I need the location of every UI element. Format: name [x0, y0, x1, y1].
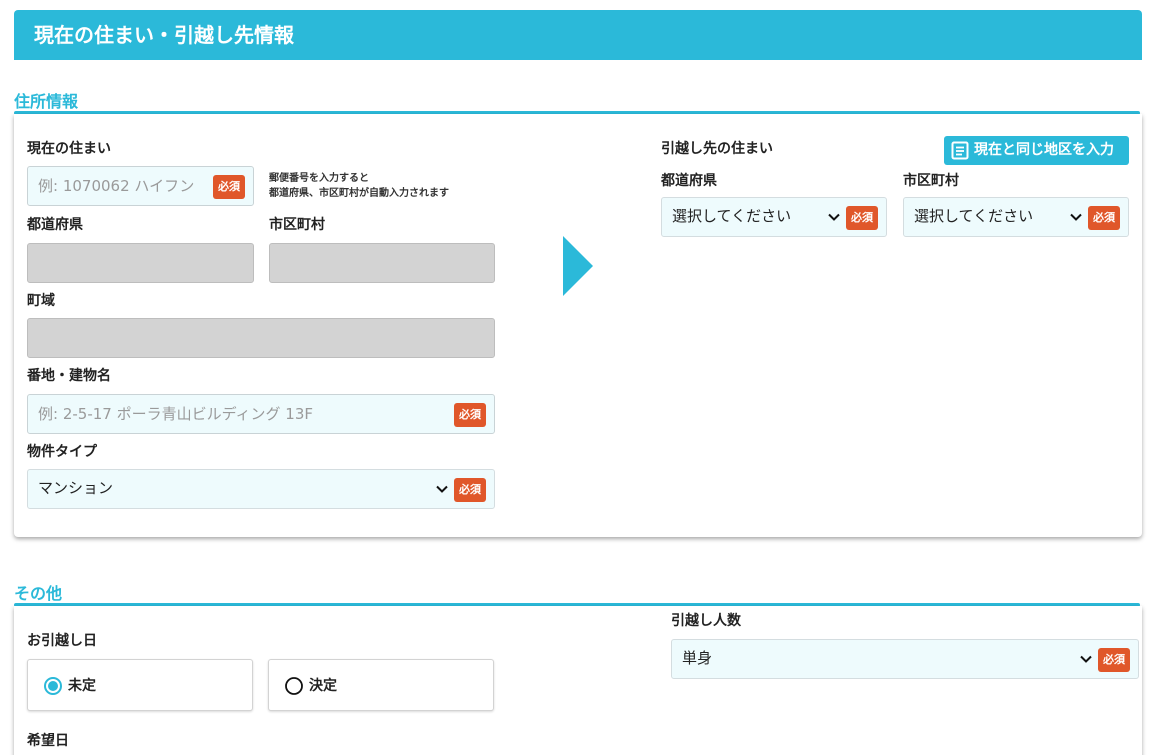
city-label: 市区町村: [269, 217, 325, 233]
destination-prefecture-label: 都道府県: [661, 173, 717, 189]
street-label: 番地・建物名: [27, 368, 111, 384]
property-type-value: マンション: [38, 479, 114, 497]
destination-city-label: 市区町村: [903, 173, 959, 189]
current-residence-heading: 現在の住まい: [27, 141, 111, 157]
required-badge: 必須: [454, 478, 486, 502]
required-badge: 必須: [846, 206, 878, 230]
document-icon: [951, 141, 969, 160]
street-input[interactable]: 例: 2-5-17 ポーラ青山ビルディング 13F 必須: [27, 394, 495, 434]
required-badge: 必須: [454, 403, 486, 427]
people-count-label: 引越し人数: [671, 613, 741, 629]
section-title-address: 住所情報: [14, 92, 79, 111]
required-badge: 必須: [213, 175, 245, 199]
property-type-label: 物件タイプ: [27, 444, 97, 460]
desired-date-label: 希望日: [27, 733, 69, 749]
chevron-down-icon: [1080, 655, 1092, 663]
street-placeholder: 例: 2-5-17 ポーラ青山ビルディング 13F: [38, 405, 314, 423]
people-count-value: 単身: [682, 649, 713, 667]
required-badge: 必須: [1088, 206, 1120, 230]
destination-prefecture-select[interactable]: 選択してください 必須: [661, 197, 887, 237]
radio-undecided[interactable]: 未定: [27, 659, 253, 711]
radio-unselected-icon: [285, 677, 303, 695]
postal-hint-line1: 郵便番号を入力すると: [269, 173, 369, 184]
destination-prefecture-value: 選択してください: [672, 207, 792, 225]
town-label: 町域: [27, 293, 55, 309]
same-area-button-label: 現在と同じ地区を入力: [974, 142, 1114, 158]
postal-hint-line2: 都道府県、市区町村が自動入力されます: [269, 188, 449, 199]
same-area-button[interactable]: 現在と同じ地区を入力: [944, 136, 1129, 165]
radio-decided-label: 決定: [309, 678, 337, 694]
destination-heading: 引越し先の住まい: [661, 141, 773, 157]
radio-undecided-label: 未定: [68, 678, 96, 694]
chevron-down-icon: [1070, 213, 1082, 221]
property-type-select[interactable]: マンション 必須: [27, 469, 495, 509]
page-header: 現在の住まい・引越し先情報: [14, 10, 1142, 60]
page-title: 現在の住まい・引越し先情報: [34, 23, 294, 47]
move-date-label: お引越し日: [27, 633, 97, 649]
arrow-right-icon: [563, 236, 593, 296]
radio-selected-icon: [44, 677, 62, 695]
destination-city-value: 選択してください: [914, 207, 1034, 225]
people-count-select[interactable]: 単身 必須: [671, 639, 1139, 679]
postal-code-placeholder: 例: 1070062 ハイフン: [38, 177, 195, 195]
city-field: [269, 243, 495, 283]
postal-hint: 郵便番号を入力すると 都道府県、市区町村が自動入力されます: [269, 171, 449, 201]
prefecture-field: [27, 243, 254, 283]
section-title-other: その他: [14, 584, 63, 603]
town-field: [27, 318, 495, 358]
postal-code-input[interactable]: 例: 1070062 ハイフン 必須: [27, 166, 254, 206]
destination-city-select[interactable]: 選択してください 必須: [903, 197, 1129, 237]
chevron-down-icon: [436, 485, 448, 493]
required-badge: 必須: [1098, 648, 1130, 672]
prefecture-label: 都道府県: [27, 217, 83, 233]
radio-decided[interactable]: 決定: [268, 659, 494, 711]
chevron-down-icon: [828, 213, 840, 221]
